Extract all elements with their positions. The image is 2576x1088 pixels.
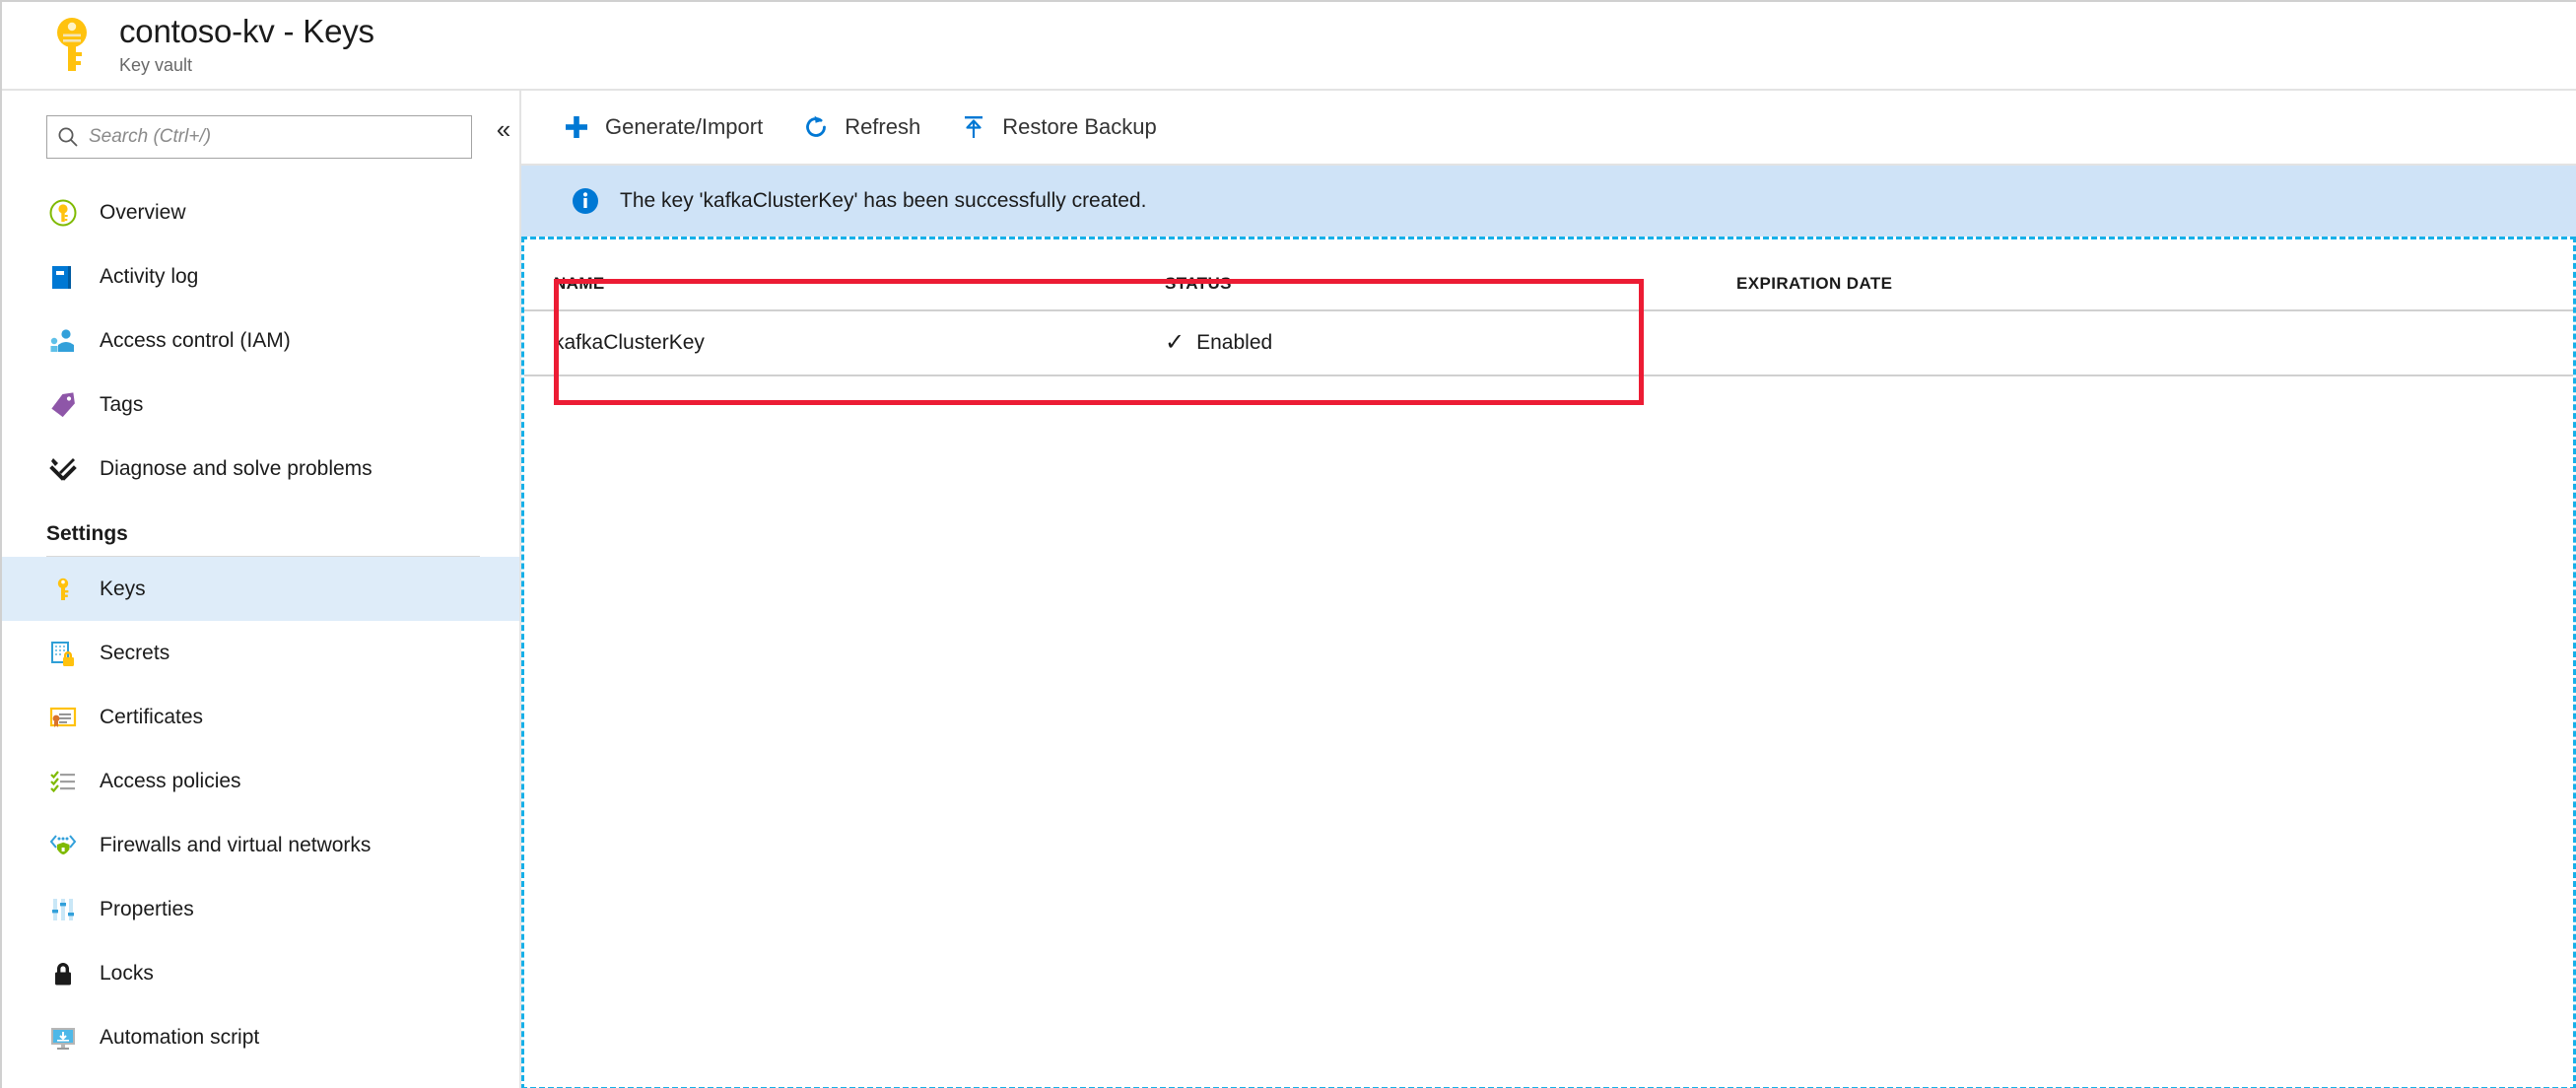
search-box[interactable] [46, 115, 472, 159]
notification-message: The key 'kafkaClusterKey' has been succe… [620, 189, 1147, 212]
sidebar-item-label: Keys [100, 577, 146, 600]
upload-arrow-icon [958, 111, 989, 143]
checklist-icon [46, 765, 80, 798]
keys-list-region: NAME STATUS EXPIRATION DATE kafkaCluster… [521, 237, 2576, 1088]
status-badge: ✓ Enabled [1165, 331, 1707, 355]
certificate-icon [46, 701, 80, 734]
table-header-row: NAME STATUS EXPIRATION DATE [524, 239, 2573, 311]
sidebar-item-certificates[interactable]: Certificates [2, 685, 519, 749]
sidebar-item-label: Access policies [100, 769, 241, 792]
sidebar-item-properties[interactable]: Properties [2, 877, 519, 941]
sidebar-item-access-control[interactable]: Access control (IAM) [2, 308, 519, 373]
collapse-sidebar-icon[interactable]: « [487, 112, 520, 146]
sidebar-item-label: Certificates [100, 705, 204, 728]
key-icon [46, 14, 98, 77]
sidebar-item-label: Properties [100, 897, 194, 920]
sidebar-item-label: Activity log [100, 264, 199, 288]
sidebar-item-label: Diagnose and solve problems [100, 456, 373, 480]
azure-portal-keys-blade: contoso-kv - Keys Key vault Search (Ctrl… [0, 0, 2576, 1088]
lock-icon [46, 957, 80, 990]
sidebar-item-label: Tags [100, 392, 144, 416]
sidebar-item-access-policies[interactable]: Access policies [2, 749, 519, 813]
secrets-lock-icon [46, 637, 80, 670]
plus-icon [561, 111, 592, 143]
command-label: Generate/Import [605, 114, 764, 139]
status-label: Enabled [1196, 331, 1273, 354]
info-icon [569, 184, 602, 218]
checkmark-icon: ✓ [1165, 329, 1186, 356]
sidebar-item-label: Automation script [100, 1025, 260, 1049]
refresh-button[interactable]: Refresh [800, 104, 920, 150]
wrench-screwdriver-icon [46, 452, 80, 486]
notification-banner: The key 'kafkaClusterKey' has been succe… [521, 166, 2576, 237]
sidebar-item-keys[interactable]: Keys [2, 557, 519, 621]
sidebar-item-locks[interactable]: Locks [2, 941, 519, 1005]
column-header-expiration-date[interactable]: EXPIRATION DATE [1707, 239, 2573, 311]
generate-import-button[interactable]: Generate/Import [561, 104, 763, 150]
page-title: contoso-kv - Keys [119, 13, 374, 49]
sidebar-item-label: Access control (IAM) [100, 328, 291, 352]
command-label: Restore Backup [1002, 114, 1157, 139]
blade-header: contoso-kv - Keys Key vault [2, 2, 2576, 91]
sidebar-item-label: Overview [100, 200, 186, 224]
sidebar-item-automation-script[interactable]: Automation script [2, 1005, 519, 1069]
sidebar-item-firewalls[interactable]: Firewalls and virtual networks [2, 813, 519, 877]
key-icon [46, 573, 80, 606]
header-text-group: contoso-kv - Keys Key vault [119, 13, 374, 78]
page-subtitle: Key vault [119, 55, 193, 75]
cell-expiration-date [1707, 310, 2573, 376]
search-row [2, 115, 519, 159]
sidebar-item-secrets[interactable]: Secrets [2, 621, 519, 685]
command-label: Refresh [845, 114, 921, 139]
refresh-icon [800, 111, 832, 143]
search-input[interactable] [89, 126, 471, 148]
sidebar-item-diagnose[interactable]: Diagnose and solve problems [2, 437, 519, 501]
nav-settings-list: Keys Secrets Certificates Access policie… [2, 557, 519, 1069]
nav-primary-list: Overview Activity log Access control (IA… [2, 180, 519, 501]
table-row[interactable]: kafkaClusterKey ✓ Enabled [524, 310, 2573, 376]
sidebar-item-label: Firewalls and virtual networks [100, 833, 372, 856]
keys-table: NAME STATUS EXPIRATION DATE kafkaCluster… [524, 239, 2573, 376]
restore-backup-button[interactable]: Restore Backup [958, 104, 1157, 150]
automation-script-monitor-icon [46, 1021, 80, 1054]
sidebar-item-tags[interactable]: Tags [2, 373, 519, 437]
overview-key-circle-icon [46, 196, 80, 230]
sidebar-item-activity-log[interactable]: Activity log [2, 244, 519, 308]
sidebar-item-overview[interactable]: Overview [2, 180, 519, 244]
blade-main: Generate/Import Refresh Restore Backup T… [521, 91, 2576, 1088]
activity-log-book-icon [46, 260, 80, 294]
blade-sidebar: Overview Activity log [2, 91, 521, 1088]
sliders-icon [46, 893, 80, 926]
access-control-people-icon [46, 324, 80, 358]
sidebar-item-label: Secrets [100, 641, 170, 664]
command-toolbar: Generate/Import Refresh Restore Backup [521, 91, 2576, 166]
cell-status: ✓ Enabled [1135, 310, 1707, 376]
cell-key-name[interactable]: kafkaClusterKey [524, 310, 1135, 376]
firewall-network-icon [46, 829, 80, 862]
column-header-status[interactable]: STATUS [1135, 239, 1707, 311]
tag-icon [46, 388, 80, 422]
sidebar-section-settings: Settings [46, 522, 128, 545]
sidebar-item-label: Locks [100, 961, 154, 985]
search-icon [47, 126, 89, 148]
column-header-name[interactable]: NAME [524, 239, 1135, 311]
